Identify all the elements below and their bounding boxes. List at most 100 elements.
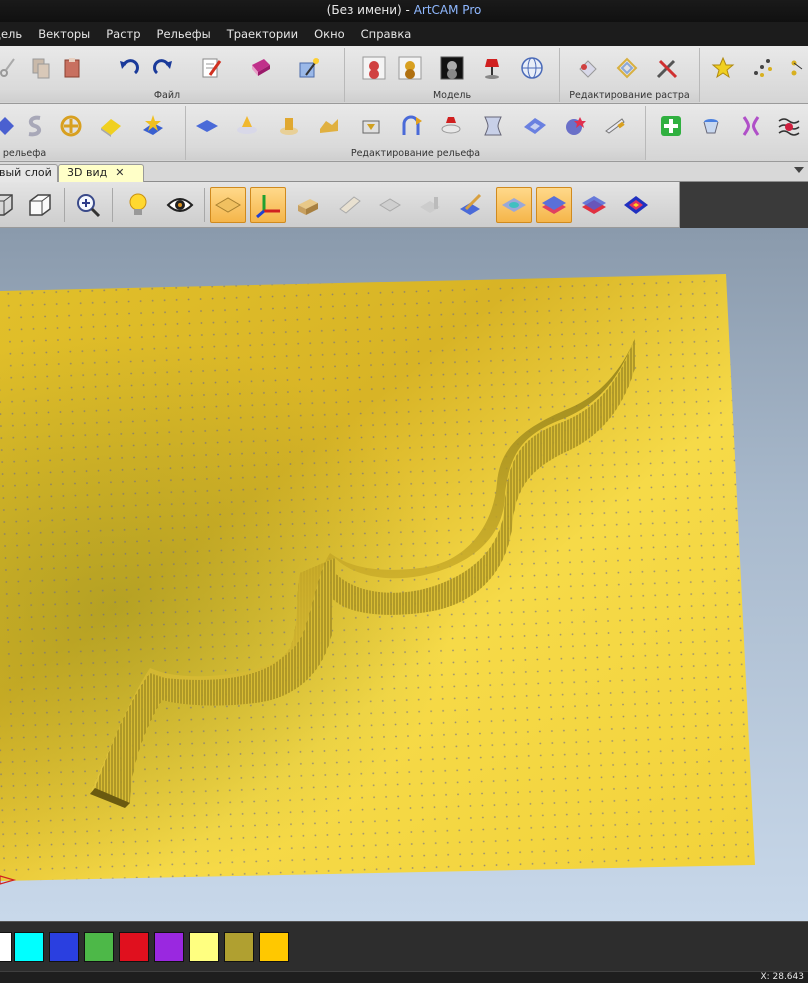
- toolpath-sim-button[interactable]: [332, 187, 368, 223]
- title-bar: (Без имени) - ArtCAM Pro: [0, 0, 808, 22]
- view-settings-button[interactable]: [162, 187, 198, 223]
- relief-tile-button[interactable]: [520, 111, 550, 141]
- celtic-knot-icon: [60, 115, 82, 137]
- reset-relief-icon: [362, 120, 380, 134]
- relief-sweep-button[interactable]: [20, 111, 50, 141]
- relief-offset-button[interactable]: [314, 111, 344, 141]
- menu-model[interactable]: одель: [0, 22, 30, 46]
- shading-button[interactable]: [496, 187, 532, 223]
- relief-star-button[interactable]: [138, 111, 168, 141]
- swatch-light-yellow[interactable]: [189, 932, 219, 962]
- swatch-green[interactable]: [84, 932, 114, 962]
- swatch-red[interactable]: [119, 932, 149, 962]
- ribbon-group-relief-edit-label: Редактирование рельефа: [186, 148, 645, 160]
- model-teddy-gray-button[interactable]: [437, 53, 467, 83]
- swatch-blue[interactable]: [49, 932, 79, 962]
- copy-icon: [32, 58, 50, 79]
- wireframe-cube-icon: [29, 194, 51, 216]
- zoom-button[interactable]: [70, 187, 106, 223]
- app-name: ArtCAM Pro: [413, 3, 482, 17]
- draw-relief-button[interactable]: [210, 187, 246, 223]
- relief-plane-button[interactable]: [192, 111, 222, 141]
- menu-window[interactable]: Окно: [306, 22, 353, 46]
- swatch-gold[interactable]: [259, 932, 289, 962]
- eraser-icon: [579, 60, 597, 78]
- menu-help[interactable]: Справка: [353, 22, 420, 46]
- wizard-button[interactable]: [294, 53, 324, 83]
- tab-3d-view[interactable]: 3D вид ✕: [58, 164, 144, 182]
- axes-button[interactable]: [250, 187, 286, 223]
- toolbar-separator: [204, 188, 205, 222]
- paste-button[interactable]: [58, 53, 88, 83]
- swatch-purple[interactable]: [154, 932, 184, 962]
- relief-texture-button[interactable]: [96, 111, 126, 141]
- toolbar-separator: [112, 188, 113, 222]
- document-name: (Без имени): [326, 3, 402, 17]
- nodes-button[interactable]: [784, 53, 808, 83]
- relief-knife-button[interactable]: [600, 111, 630, 141]
- menu-vectors[interactable]: Векторы: [30, 22, 98, 46]
- relief-spin-button[interactable]: [696, 111, 726, 141]
- raster-erase-button[interactable]: [572, 53, 602, 83]
- relief-wave-button[interactable]: [774, 111, 804, 141]
- lighting-button[interactable]: [120, 187, 156, 223]
- menu-toolpaths[interactable]: Траектории: [219, 22, 306, 46]
- view-box-wire-button[interactable]: [22, 187, 58, 223]
- shaded-plane-icon: [502, 198, 526, 212]
- lamp-icon: [485, 59, 499, 79]
- relief-scale-button[interactable]: [232, 111, 262, 141]
- relief-shape-button[interactable]: [0, 111, 20, 141]
- tab-layer[interactable]: вый слой: [0, 164, 58, 182]
- heightmap-button[interactable]: [618, 187, 654, 223]
- relief-twist-button[interactable]: [736, 111, 766, 141]
- color-palette: [0, 921, 808, 971]
- ribbon-group-relief-extra: [650, 106, 808, 160]
- menu-reliefs[interactable]: Рельефы: [149, 22, 219, 46]
- raster-frame-button[interactable]: [612, 53, 642, 83]
- dots-button[interactable]: [748, 53, 778, 83]
- color-shade-button[interactable]: [536, 187, 572, 223]
- ribbon-group-raster-edit: Редактирование растра: [560, 48, 700, 102]
- swatch-cyan[interactable]: [14, 932, 44, 962]
- menu-bitmap[interactable]: Растр: [98, 22, 148, 46]
- paint-button[interactable]: [452, 187, 488, 223]
- material-button[interactable]: [290, 187, 326, 223]
- view-box-solid-button[interactable]: [0, 187, 20, 223]
- undo-button[interactable]: [114, 53, 144, 83]
- paste-icon: [64, 58, 80, 78]
- ribbon-group-relief-create-label: е рельефа: [0, 148, 185, 160]
- cut-button[interactable]: [0, 53, 24, 83]
- swatch-olive[interactable]: [224, 932, 254, 962]
- twist-relief-icon: [742, 116, 760, 136]
- wave-relief-icon: [778, 118, 800, 136]
- model-mesh-button[interactable]: [517, 53, 547, 83]
- 3d-viewport[interactable]: [0, 228, 808, 921]
- layers-button[interactable]: [576, 187, 612, 223]
- model-teddy-red-button[interactable]: [359, 53, 389, 83]
- relief-reset-button[interactable]: [356, 111, 386, 141]
- tab-scroll-down-icon[interactable]: [794, 167, 804, 173]
- model-lamp-button[interactable]: [477, 53, 507, 83]
- close-tab-icon[interactable]: ✕: [115, 166, 124, 179]
- relief-plane-icon: [215, 197, 241, 213]
- relief-hat-button[interactable]: [436, 111, 466, 141]
- notes-button[interactable]: [196, 53, 226, 83]
- menu-bar: одель Векторы Растр Рельефы Траектории О…: [0, 22, 808, 46]
- toolbar-separator: [64, 188, 65, 222]
- raster-tools-button[interactable]: [652, 53, 682, 83]
- book-button[interactable]: [246, 53, 276, 83]
- relief-weave-button[interactable]: [56, 111, 86, 141]
- model-teddy-yellow-button[interactable]: [395, 53, 425, 83]
- relief-warp-button[interactable]: [478, 111, 508, 141]
- relief-sculpt-button[interactable]: [560, 111, 590, 141]
- redo-button[interactable]: [148, 53, 178, 83]
- copy-button[interactable]: [26, 53, 56, 83]
- block-button[interactable]: [372, 187, 408, 223]
- swatch-white[interactable]: [0, 932, 12, 962]
- relief-add-button[interactable]: [656, 111, 686, 141]
- chair-button[interactable]: [412, 187, 448, 223]
- relief-copy-button[interactable]: [396, 111, 426, 141]
- star-button[interactable]: [708, 53, 738, 83]
- relief-smooth-button[interactable]: [274, 111, 304, 141]
- undo-icon: [120, 59, 139, 75]
